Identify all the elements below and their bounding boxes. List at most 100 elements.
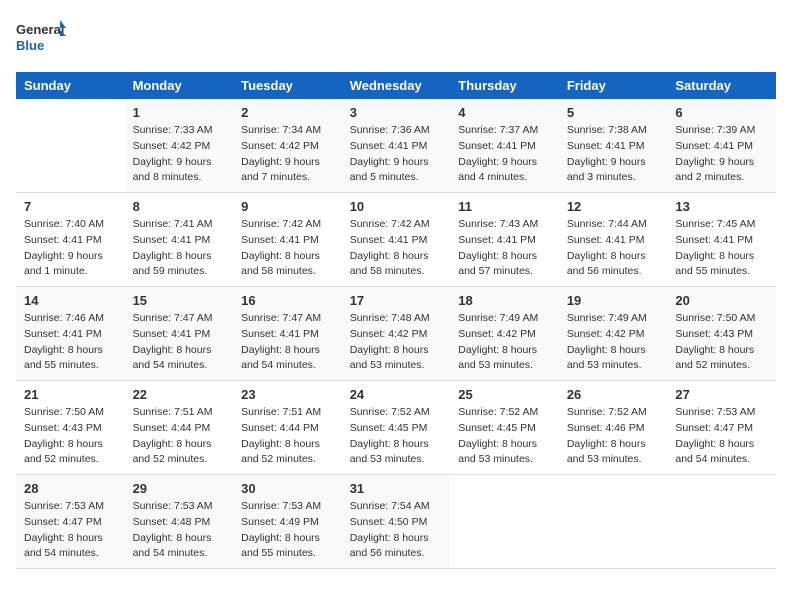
day-number: 12 xyxy=(567,199,660,214)
day-header-monday: Monday xyxy=(125,72,234,99)
calendar-table: SundayMondayTuesdayWednesdayThursdayFrid… xyxy=(16,72,776,569)
calendar-cell: 12 Sunrise: 7:44 AMSunset: 4:41 PMDayligh… xyxy=(559,193,668,287)
day-info: Sunrise: 7:52 AMSunset: 4:46 PMDaylight:… xyxy=(567,405,660,468)
day-info: Sunrise: 7:54 AMSunset: 4:50 PMDaylight:… xyxy=(350,499,443,562)
calendar-cell: 18 Sunrise: 7:49 AMSunset: 4:42 PMDayligh… xyxy=(450,287,559,381)
calendar-cell: 20 Sunrise: 7:50 AMSunset: 4:43 PMDayligh… xyxy=(667,287,776,381)
day-info: Sunrise: 7:49 AMSunset: 4:42 PMDaylight:… xyxy=(567,311,660,374)
day-header-sunday: Sunday xyxy=(16,72,125,99)
day-info: Sunrise: 7:47 AMSunset: 4:41 PMDaylight:… xyxy=(133,311,226,374)
day-info: Sunrise: 7:33 AMSunset: 4:42 PMDaylight:… xyxy=(133,123,226,186)
day-number: 21 xyxy=(24,387,117,402)
calendar-cell: 10Sunrise: 7:42 AMSunset: 4:41 PMDayligh… xyxy=(342,193,451,287)
calendar-cell: 26 Sunrise: 7:52 AMSunset: 4:46 PMDayligh… xyxy=(559,381,668,475)
calendar-cell: 15 Sunrise: 7:47 AMSunset: 4:41 PMDayligh… xyxy=(125,287,234,381)
day-info: Sunrise: 7:52 AMSunset: 4:45 PMDaylight:… xyxy=(458,405,551,468)
day-info: Sunrise: 7:39 AMSunset: 4:41 PMDaylight:… xyxy=(675,123,768,186)
day-info: Sunrise: 7:48 AMSunset: 4:42 PMDaylight:… xyxy=(350,311,443,374)
calendar-cell: 22 Sunrise: 7:51 AMSunset: 4:44 PMDayligh… xyxy=(125,381,234,475)
day-number: 9 xyxy=(241,199,334,214)
calendar-week-row: 28Sunrise: 7:53 AMSunset: 4:47 PMDayligh… xyxy=(16,475,776,569)
calendar-cell xyxy=(667,475,776,569)
day-info: Sunrise: 7:51 AMSunset: 4:44 PMDaylight:… xyxy=(133,405,226,468)
day-header-thursday: Thursday xyxy=(450,72,559,99)
svg-text:General: General xyxy=(16,22,64,37)
day-info: Sunrise: 7:50 AMSunset: 4:43 PMDaylight:… xyxy=(24,405,117,468)
day-number: 4 xyxy=(458,105,551,120)
day-header-tuesday: Tuesday xyxy=(233,72,342,99)
day-info: Sunrise: 7:42 AMSunset: 4:41 PMDaylight:… xyxy=(241,217,334,280)
calendar-week-row: 7 Sunrise: 7:40 AMSunset: 4:41 PMDaylight… xyxy=(16,193,776,287)
svg-text:Blue: Blue xyxy=(16,38,44,53)
calendar-cell: 19 Sunrise: 7:49 AMSunset: 4:42 PMDayligh… xyxy=(559,287,668,381)
day-info: Sunrise: 7:52 AMSunset: 4:45 PMDaylight:… xyxy=(350,405,443,468)
calendar-cell: 16 Sunrise: 7:47 AMSunset: 4:41 PMDayligh… xyxy=(233,287,342,381)
day-number: 20 xyxy=(675,293,768,308)
logo: General Blue xyxy=(16,16,66,60)
day-header-friday: Friday xyxy=(559,72,668,99)
day-number: 15 xyxy=(133,293,226,308)
day-number: 18 xyxy=(458,293,551,308)
day-info: Sunrise: 7:46 AMSunset: 4:41 PMDaylight:… xyxy=(24,311,117,374)
day-number: 1 xyxy=(133,105,226,120)
calendar-cell: 29 Sunrise: 7:53 AMSunset: 4:48 PMDayligh… xyxy=(125,475,234,569)
day-info: Sunrise: 7:44 AMSunset: 4:41 PMDaylight:… xyxy=(567,217,660,280)
calendar-cell: 21 Sunrise: 7:50 AMSunset: 4:43 PMDayligh… xyxy=(16,381,125,475)
calendar-cell: 25 Sunrise: 7:52 AMSunset: 4:45 PMDayligh… xyxy=(450,381,559,475)
day-info: Sunrise: 7:36 AMSunset: 4:41 PMDaylight:… xyxy=(350,123,443,186)
day-number: 11 xyxy=(458,199,551,214)
day-number: 7 xyxy=(24,199,117,214)
calendar-header-row: SundayMondayTuesdayWednesdayThursdayFrid… xyxy=(16,72,776,99)
day-number: 29 xyxy=(133,481,226,496)
calendar-week-row: 14 Sunrise: 7:46 AMSunset: 4:41 PMDayligh… xyxy=(16,287,776,381)
calendar-cell: 3 Sunrise: 7:36 AMSunset: 4:41 PMDaylight… xyxy=(342,99,451,193)
calendar-cell: 7 Sunrise: 7:40 AMSunset: 4:41 PMDaylight… xyxy=(16,193,125,287)
day-info: Sunrise: 7:43 AMSunset: 4:41 PMDaylight:… xyxy=(458,217,551,280)
calendar-cell xyxy=(16,99,125,193)
day-number: 22 xyxy=(133,387,226,402)
day-info: Sunrise: 7:49 AMSunset: 4:42 PMDaylight:… xyxy=(458,311,551,374)
day-number: 25 xyxy=(458,387,551,402)
day-number: 26 xyxy=(567,387,660,402)
calendar-cell: 4 Sunrise: 7:37 AMSunset: 4:41 PMDaylight… xyxy=(450,99,559,193)
calendar-cell xyxy=(450,475,559,569)
calendar-week-row: 21 Sunrise: 7:50 AMSunset: 4:43 PMDayligh… xyxy=(16,381,776,475)
calendar-cell: 30Sunrise: 7:53 AMSunset: 4:49 PMDayligh… xyxy=(233,475,342,569)
calendar-cell: 17 Sunrise: 7:48 AMSunset: 4:42 PMDayligh… xyxy=(342,287,451,381)
day-number: 13 xyxy=(675,199,768,214)
day-info: Sunrise: 7:40 AMSunset: 4:41 PMDaylight:… xyxy=(24,217,117,280)
logo-svg: General Blue xyxy=(16,16,66,60)
calendar-cell xyxy=(559,475,668,569)
day-header-saturday: Saturday xyxy=(667,72,776,99)
calendar-cell: 13 Sunrise: 7:45 AMSunset: 4:41 PMDayligh… xyxy=(667,193,776,287)
day-number: 14 xyxy=(24,293,117,308)
day-number: 10 xyxy=(350,199,443,214)
day-number: 23 xyxy=(241,387,334,402)
day-number: 24 xyxy=(350,387,443,402)
day-number: 16 xyxy=(241,293,334,308)
calendar-cell: 27Sunrise: 7:53 AMSunset: 4:47 PMDayligh… xyxy=(667,381,776,475)
day-number: 3 xyxy=(350,105,443,120)
calendar-cell: 11 Sunrise: 7:43 AMSunset: 4:41 PMDayligh… xyxy=(450,193,559,287)
calendar-cell: 8Sunrise: 7:41 AMSunset: 4:41 PMDaylight… xyxy=(125,193,234,287)
day-number: 31 xyxy=(350,481,443,496)
day-info: Sunrise: 7:45 AMSunset: 4:41 PMDaylight:… xyxy=(675,217,768,280)
day-number: 6 xyxy=(675,105,768,120)
day-info: Sunrise: 7:34 AMSunset: 4:42 PMDaylight:… xyxy=(241,123,334,186)
page-header: General Blue xyxy=(16,16,776,60)
day-info: Sunrise: 7:53 AMSunset: 4:48 PMDaylight:… xyxy=(133,499,226,562)
day-number: 17 xyxy=(350,293,443,308)
day-info: Sunrise: 7:37 AMSunset: 4:41 PMDaylight:… xyxy=(458,123,551,186)
day-number: 19 xyxy=(567,293,660,308)
day-info: Sunrise: 7:53 AMSunset: 4:49 PMDaylight:… xyxy=(241,499,334,562)
day-info: Sunrise: 7:53 AMSunset: 4:47 PMDaylight:… xyxy=(675,405,768,468)
calendar-cell: 31 Sunrise: 7:54 AMSunset: 4:50 PMDayligh… xyxy=(342,475,451,569)
calendar-cell: 23Sunrise: 7:51 AMSunset: 4:44 PMDayligh… xyxy=(233,381,342,475)
calendar-week-row: 1 Sunrise: 7:33 AMSunset: 4:42 PMDaylight… xyxy=(16,99,776,193)
day-info: Sunrise: 7:41 AMSunset: 4:41 PMDaylight:… xyxy=(133,217,226,280)
calendar-cell: 2Sunrise: 7:34 AMSunset: 4:42 PMDaylight… xyxy=(233,99,342,193)
day-info: Sunrise: 7:47 AMSunset: 4:41 PMDaylight:… xyxy=(241,311,334,374)
calendar-cell: 24 Sunrise: 7:52 AMSunset: 4:45 PMDayligh… xyxy=(342,381,451,475)
calendar-cell: 6 Sunrise: 7:39 AMSunset: 4:41 PMDaylight… xyxy=(667,99,776,193)
day-info: Sunrise: 7:50 AMSunset: 4:43 PMDaylight:… xyxy=(675,311,768,374)
